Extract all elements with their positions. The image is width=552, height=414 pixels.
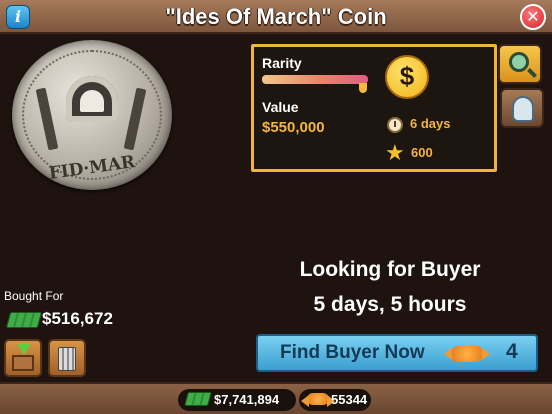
- coin-image: FID·MAR: [12, 40, 172, 190]
- find-buyer-cost: 4: [506, 340, 518, 363]
- store-box-icon: [12, 355, 34, 371]
- tab-expert[interactable]: [500, 88, 544, 128]
- duration-text: 6 days: [410, 116, 451, 131]
- rarity-marker: [358, 83, 367, 93]
- app-window: i "Ides Of March" Coin ✕ FID·MAR Rarity …: [0, 0, 552, 414]
- expert-head-icon: [512, 96, 534, 122]
- find-buyer-label: Find Buyer Now: [280, 342, 425, 363]
- magnifier-icon: [509, 52, 529, 72]
- cash-balance[interactable]: $7,741,894: [178, 389, 296, 411]
- currency-bar: $7,741,894 55344: [0, 382, 552, 414]
- candy-icon: [444, 346, 490, 362]
- page-title: "Ides Of March" Coin: [165, 4, 387, 29]
- clock-icon: [387, 117, 403, 133]
- store-button[interactable]: [4, 339, 42, 377]
- star-icon: ★: [385, 141, 405, 166]
- tab-inspect[interactable]: [498, 44, 542, 84]
- close-icon[interactable]: ✕: [520, 4, 546, 30]
- trash-button[interactable]: [48, 339, 86, 377]
- status-title: Looking for Buyer: [299, 258, 481, 281]
- rarity-bar: [262, 75, 368, 84]
- store-arrow-icon: [17, 343, 31, 355]
- cash-icon: [5, 312, 43, 328]
- bought-for-amount: $516,672: [42, 309, 113, 328]
- dollar-icon: $: [385, 55, 429, 99]
- details-box: Rarity Value $550,000 $ 6 days ★ 600: [251, 44, 497, 172]
- rarity-label: Rarity: [262, 55, 302, 71]
- cash-icon: [184, 392, 212, 406]
- cash-amount: $7,741,894: [214, 392, 280, 407]
- status-time-left: 5 days, 5 hours: [313, 293, 467, 316]
- bought-for-label: Bought For: [4, 289, 64, 303]
- title-bar: i "Ides Of March" Coin ✕: [0, 0, 552, 34]
- candy-icon: [301, 393, 335, 407]
- value-amount: $550,000: [262, 119, 325, 136]
- xp-text: 600: [411, 145, 433, 160]
- coin-cap-inner: [80, 90, 104, 112]
- trash-icon: [58, 347, 76, 371]
- coin-cap: [66, 76, 118, 122]
- value-label: Value: [262, 99, 299, 115]
- candy-amount: 55344: [331, 392, 368, 407]
- candy-balance[interactable]: 55344: [299, 389, 371, 411]
- find-buyer-button[interactable]: Find Buyer Now 4: [256, 334, 538, 372]
